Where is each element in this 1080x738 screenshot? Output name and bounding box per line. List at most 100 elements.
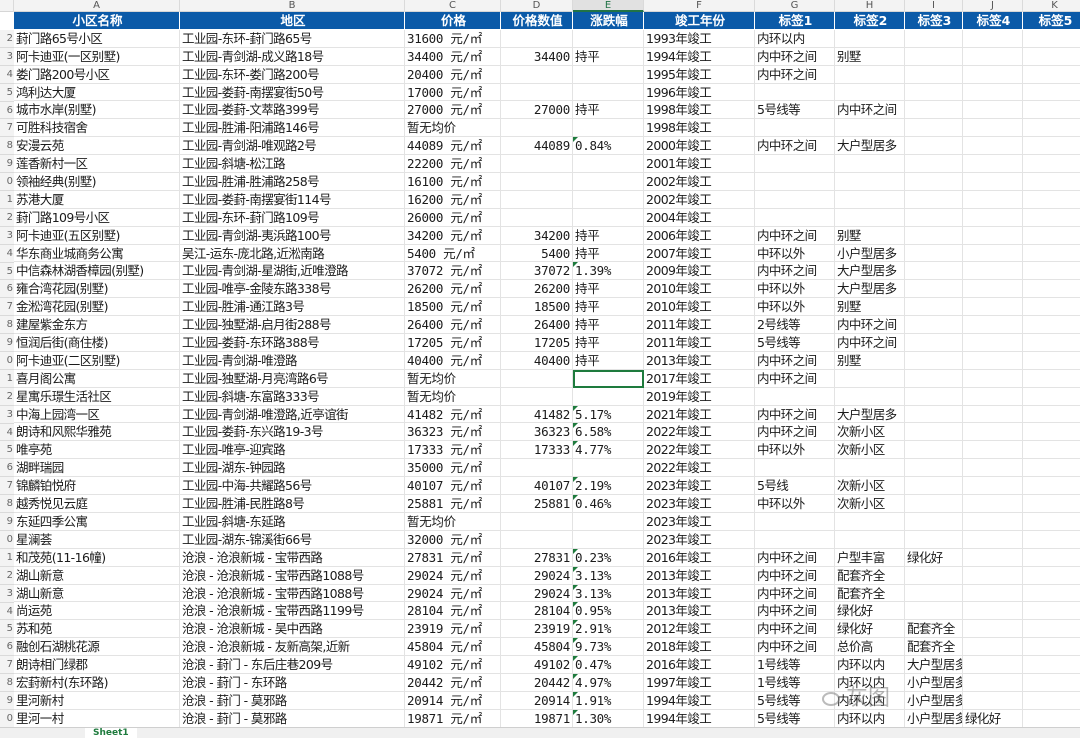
cell[interactable]: 宏葑新村(东环路) [14, 673, 180, 692]
cell[interactable]: 工业园-胜浦-阳浦路146号 [180, 119, 405, 138]
cell[interactable] [835, 119, 905, 138]
cell[interactable]: 大户型居多 [835, 262, 905, 281]
cell[interactable]: 17000 元/㎡ [405, 83, 501, 102]
cell[interactable]: 工业园-中海-共耀路56号 [180, 477, 405, 496]
cell[interactable] [963, 512, 1023, 531]
cell[interactable]: 2011年竣工 [644, 334, 755, 352]
cell[interactable] [755, 119, 835, 138]
cell[interactable]: 持平 [573, 351, 644, 370]
cell[interactable]: 23919 [501, 620, 573, 639]
cell[interactable]: 可胜科技宿舍 [14, 119, 180, 138]
cell[interactable]: 49102 [501, 656, 573, 674]
cell[interactable] [963, 566, 1023, 585]
cell[interactable]: 工业园-青剑湖-夷浜路100号 [180, 226, 405, 245]
cell[interactable]: 2007年竣工 [644, 244, 755, 263]
cell[interactable]: 45804 [501, 638, 573, 657]
cell[interactable]: 配套齐全 [835, 566, 905, 585]
cell[interactable]: 内中环之间 [755, 548, 835, 567]
cell[interactable]: 9.73% [573, 638, 644, 657]
cell[interactable]: 内中环之间 [835, 101, 905, 120]
cell[interactable]: 内环以内 [835, 656, 905, 674]
cell[interactable] [835, 83, 905, 102]
cell[interactable]: 工业园-胜浦-胜浦路258号 [180, 173, 405, 191]
cell[interactable] [1023, 137, 1080, 156]
cell[interactable]: 2021年竣工 [644, 405, 755, 424]
cell[interactable]: 28104 [501, 602, 573, 621]
cell[interactable]: 大户型居多 [835, 405, 905, 424]
cell[interactable]: 沧浪 - 葑门 - 莫邪路 [180, 709, 405, 728]
header-cell[interactable]: 标签4 [963, 12, 1023, 30]
cell[interactable]: 尚运苑 [14, 602, 180, 621]
cell[interactable]: 别墅 [835, 298, 905, 317]
cell[interactable] [963, 423, 1023, 442]
cell[interactable] [1023, 477, 1080, 496]
cell[interactable] [963, 208, 1023, 227]
cell[interactable]: 次新小区 [835, 441, 905, 460]
cell[interactable] [905, 441, 963, 460]
column-header-h[interactable]: H [835, 0, 905, 12]
cell[interactable] [1023, 48, 1080, 66]
cell[interactable]: 34200 [501, 226, 573, 245]
cell[interactable]: 2023年竣工 [644, 512, 755, 531]
cell[interactable]: 5.17% [573, 405, 644, 424]
cell[interactable] [835, 369, 905, 388]
header-cell[interactable]: 标签3 [905, 12, 963, 30]
cell[interactable]: 20442 [501, 673, 573, 692]
cell[interactable]: 1995年竣工 [644, 65, 755, 84]
cell[interactable]: 6.58% [573, 423, 644, 442]
row-header[interactable]: 1 [0, 191, 14, 209]
cell[interactable]: 1997年竣工 [644, 673, 755, 692]
cell[interactable] [501, 369, 573, 388]
cell[interactable] [963, 620, 1023, 639]
cell[interactable] [905, 512, 963, 531]
column-header-b[interactable]: B [180, 0, 405, 12]
cell[interactable]: 2010年竣工 [644, 298, 755, 317]
cell[interactable]: 次新小区 [835, 495, 905, 513]
cell[interactable]: 湖山新意 [14, 584, 180, 603]
cell[interactable]: 别墅 [835, 226, 905, 245]
row-header[interactable]: 7 [0, 477, 14, 496]
cell[interactable]: 2017年竣工 [644, 369, 755, 388]
cell[interactable] [1023, 585, 1080, 603]
header-cell[interactable]: 价格 [405, 12, 501, 30]
cell[interactable]: 大户型居多 [835, 280, 905, 299]
cell[interactable]: 次新小区 [835, 423, 905, 442]
cell[interactable]: 星澜荟 [14, 530, 180, 549]
cell[interactable]: 领袖经典(别墅) [14, 173, 180, 191]
cell[interactable] [905, 369, 963, 388]
cell[interactable] [1023, 674, 1080, 692]
cell[interactable] [573, 190, 644, 209]
cell[interactable] [905, 387, 963, 406]
cell[interactable] [573, 512, 644, 531]
cell[interactable]: 1.30% [573, 709, 644, 728]
cell[interactable] [1023, 280, 1080, 299]
cell[interactable] [501, 512, 573, 531]
cell[interactable] [963, 316, 1023, 335]
cell[interactable]: 别墅 [835, 47, 905, 66]
cell[interactable] [573, 208, 644, 227]
cell[interactable] [573, 83, 644, 102]
cell[interactable] [963, 495, 1023, 513]
cell[interactable]: 中环以外 [755, 244, 835, 263]
cell[interactable]: 2011年竣工 [644, 316, 755, 335]
row-header[interactable]: 8 [0, 495, 14, 514]
cell[interactable] [905, 119, 963, 138]
cell[interactable] [963, 155, 1023, 174]
cell[interactable] [573, 173, 644, 191]
cell[interactable] [835, 65, 905, 84]
cell[interactable]: 朗诗和风熙华雅苑 [14, 423, 180, 442]
cell[interactable]: 0.46% [573, 495, 644, 513]
cell[interactable]: 安漫云苑 [14, 137, 180, 156]
cell[interactable]: 内中环之间 [755, 351, 835, 370]
cell[interactable]: 2号线等 [755, 316, 835, 335]
cell[interactable]: 葑门路65号小区 [14, 29, 180, 48]
cell[interactable] [905, 459, 963, 478]
cell[interactable] [905, 423, 963, 442]
cell[interactable] [501, 530, 573, 549]
cell[interactable] [1023, 191, 1080, 209]
cell[interactable]: 工业园-斜塘-松江路 [180, 155, 405, 174]
cell[interactable]: 1994年竣工 [644, 691, 755, 710]
cell[interactable]: 5号线 [755, 477, 835, 496]
cell[interactable]: 2000年竣工 [644, 137, 755, 156]
cell[interactable]: 内环以内 [755, 29, 835, 48]
